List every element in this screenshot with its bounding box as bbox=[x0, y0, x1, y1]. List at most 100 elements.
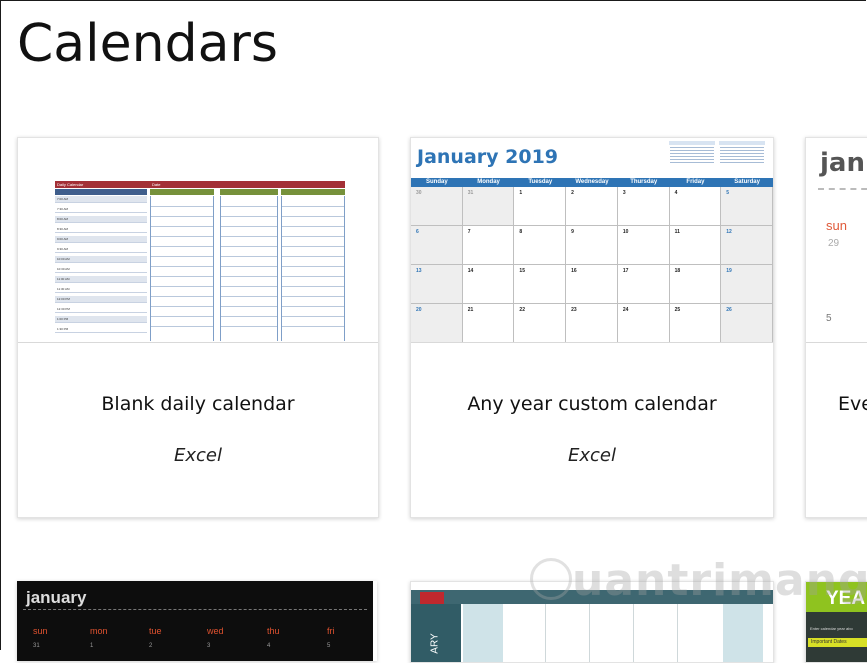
preview-day-number: 1 bbox=[519, 190, 523, 196]
preview-day-number: 24 bbox=[622, 307, 629, 313]
preview-weekday-header: Sunday Monday Tuesday Wednesday Thursday Frid… bbox=[411, 178, 773, 187]
preview-day-cell: 4 bbox=[669, 187, 722, 226]
preview-day-label: thu bbox=[267, 626, 280, 636]
preview-day-number: 25 bbox=[674, 307, 681, 313]
card-app-label: Excel bbox=[174, 445, 222, 466]
preview-day-number: 18 bbox=[674, 268, 681, 274]
preview-day-number: 7 bbox=[467, 229, 471, 235]
preview-divider bbox=[23, 609, 367, 610]
preview-day-cell: 15 bbox=[514, 265, 567, 304]
preview-day-label: mon bbox=[90, 626, 108, 636]
preview-mini-month-next bbox=[719, 141, 765, 177]
template-card-black-monthly-calendar[interactable]: january sun mon tue wed thu fri 31 1 2 3… bbox=[17, 581, 377, 661]
preview-time-label: 9:30 AM bbox=[57, 247, 69, 251]
preview-day-number: 13 bbox=[416, 268, 422, 274]
preview-time-row: 10:00 AM bbox=[55, 256, 147, 263]
preview-divider bbox=[818, 188, 867, 190]
preview-day-cell: 31 bbox=[462, 187, 515, 226]
preview-day-cell: 10 bbox=[617, 226, 670, 265]
preview-day-cell: 24 bbox=[618, 304, 670, 342]
template-card-blank-daily-calendar[interactable]: Daily Calendar Date 7:00 AM 7:30 AM 8:00 A… bbox=[17, 137, 379, 518]
preview-time-row: 8:00 AM bbox=[55, 216, 147, 223]
watermark-text: uantrimang bbox=[572, 555, 867, 606]
card-app-label: Excel bbox=[568, 445, 616, 466]
preview-time-label: 7:30 AM bbox=[57, 207, 69, 211]
preview-day-cell: 9 bbox=[566, 226, 618, 265]
preview-day-number: 2 bbox=[571, 190, 574, 196]
preview-todo-header bbox=[150, 189, 214, 195]
preview-header: Daily Calendar Date bbox=[55, 181, 345, 188]
preview-day-cell: 5 bbox=[721, 187, 773, 226]
preview-day-number: 20 bbox=[416, 307, 422, 313]
preview-day-cell: 21 bbox=[463, 304, 515, 342]
preview-date-number: 5 bbox=[327, 643, 331, 649]
preview-day-label: sun bbox=[826, 218, 847, 233]
preview-time-label: 10:30 AM bbox=[57, 267, 70, 271]
preview-calls-header bbox=[281, 189, 345, 195]
preview-weekday-label: Wednesday bbox=[575, 179, 609, 185]
preview-month-title: jan bbox=[820, 148, 865, 178]
preview-day-cell: 11 bbox=[669, 226, 722, 265]
preview-day-number: 3 bbox=[622, 190, 626, 196]
preview-day-number: 17 bbox=[622, 268, 629, 274]
preview-day-cell: 3 bbox=[617, 187, 670, 226]
preview-time-header bbox=[55, 189, 147, 195]
preview-weekday-label: Sunday bbox=[426, 179, 448, 185]
preview-date-number: 31 bbox=[33, 643, 40, 649]
preview-day-number: 14 bbox=[467, 268, 474, 274]
preview-time-label: 1:00 PM bbox=[57, 317, 69, 321]
preview-time-label: 7:00 AM bbox=[57, 197, 69, 201]
preview-date-number: 29 bbox=[828, 238, 840, 249]
preview-day-cell: 14 bbox=[462, 265, 515, 304]
preview-time-label: 1:30 PM bbox=[57, 327, 69, 331]
preview-day-cell: 12 bbox=[721, 226, 773, 265]
preview-time-row: 12:30 PM bbox=[55, 306, 147, 313]
preview-errands-header bbox=[220, 189, 278, 195]
preview-date-label: Date bbox=[152, 182, 161, 187]
preview-day-number: 21 bbox=[467, 307, 474, 313]
preview-day-number: 26 bbox=[726, 307, 732, 313]
preview-day-cell: 30 bbox=[411, 187, 463, 226]
preview-month-title: January 2019 bbox=[417, 146, 559, 168]
preview-date-number: 5 bbox=[826, 313, 832, 324]
preview-time-row: 7:00 AM bbox=[55, 196, 147, 203]
card-title: Eve bbox=[838, 393, 867, 415]
preview-time-label: 10:00 AM bbox=[57, 257, 70, 261]
preview-day-number: 6 bbox=[416, 229, 419, 235]
preview-time-row: 10:30 AM bbox=[55, 266, 147, 273]
preview-day-number: 4 bbox=[674, 190, 678, 196]
template-thumbnail: jan sun 29 5 bbox=[806, 138, 867, 343]
preview-day-cell: 8 bbox=[514, 226, 567, 265]
template-card-any-year-custom-calendar[interactable]: January 2019 Sunday Monday Tuesday Wednesda… bbox=[410, 137, 774, 518]
preview-time-label: 11:30 AM bbox=[57, 287, 70, 291]
template-thumbnail: Daily Calendar Date 7:00 AM 7:30 AM 8:00 A… bbox=[18, 138, 378, 343]
preview-instruction: Enter calendar year abo bbox=[810, 626, 853, 631]
preview-day-cell: 22 bbox=[514, 304, 567, 342]
preview-time-row: 1:30 PM bbox=[55, 326, 147, 333]
template-thumbnail: january sun mon tue wed thu fri 31 1 2 3… bbox=[17, 581, 373, 661]
preview-weekday-label: Monday bbox=[477, 179, 500, 185]
preview-month-grid: 30 31 1 2 3 4 5 6 7 8 9 10 11 12 13 14 15 16 17 18 19 20 21 22 2… bbox=[411, 187, 773, 342]
template-thumbnail: January 2019 Sunday Monday Tuesday Wednesda… bbox=[411, 138, 773, 343]
preview-time-label: 11:00 AM bbox=[57, 277, 70, 281]
preview-day-label: tue bbox=[149, 626, 162, 636]
preview-day-number: 10 bbox=[622, 229, 629, 235]
preview-header-label: Daily Calendar bbox=[57, 182, 84, 187]
preview-time-row: 11:30 AM bbox=[55, 286, 147, 293]
preview-day-number: 15 bbox=[519, 268, 525, 274]
preview-day-cell: 19 bbox=[721, 265, 773, 304]
preview-day-cell: 7 bbox=[462, 226, 515, 265]
preview-day-label: sun bbox=[33, 626, 48, 636]
preview-day-cell: 26 bbox=[721, 304, 773, 342]
preview-day-number: 16 bbox=[571, 268, 577, 274]
preview-time-row: 11:00 AM bbox=[55, 276, 147, 283]
preview-day-number: 22 bbox=[519, 307, 525, 313]
template-card-event-calendar[interactable]: jan sun 29 5 Eve bbox=[805, 137, 867, 518]
preview-day-cell: 23 bbox=[566, 304, 618, 342]
preview-column bbox=[723, 604, 763, 662]
preview-weekday-label: Tuesday bbox=[528, 179, 553, 185]
preview-time-row: 9:30 AM bbox=[55, 246, 147, 253]
card-title: Any year custom calendar bbox=[467, 393, 717, 415]
preview-time-row: 8:30 AM bbox=[55, 226, 147, 233]
preview-date-number: 4 bbox=[267, 643, 271, 649]
